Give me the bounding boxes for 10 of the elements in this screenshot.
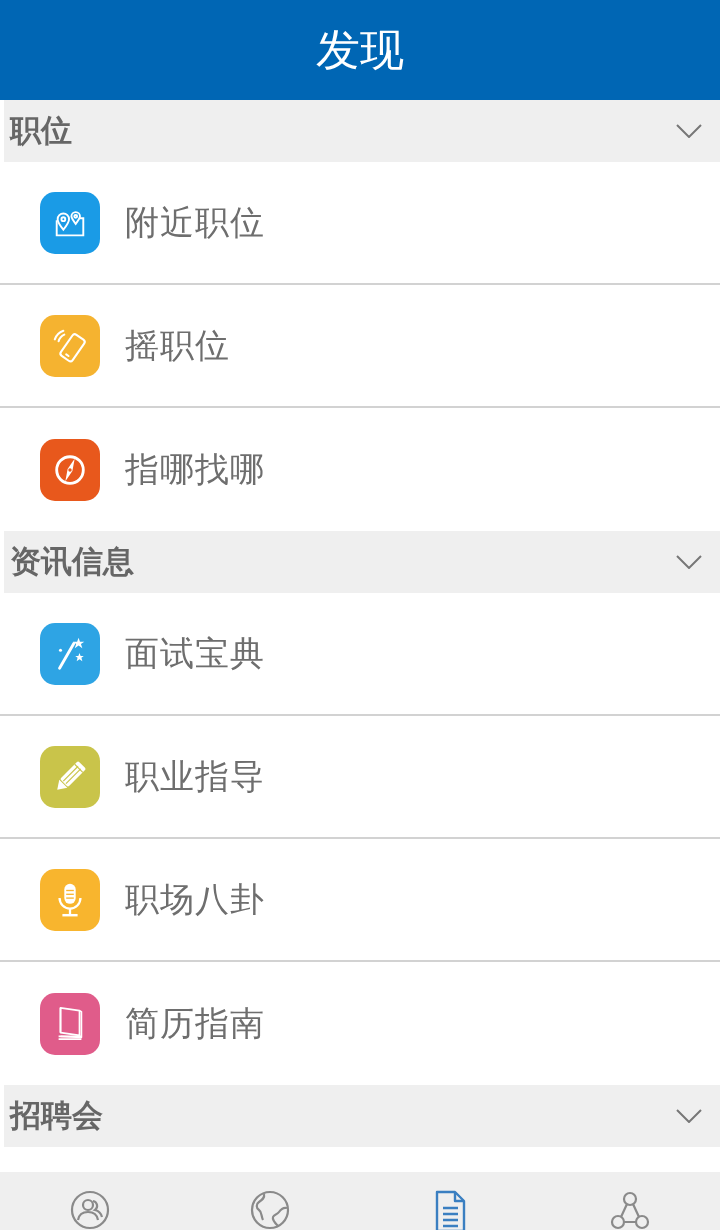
user-icon[interactable] — [70, 1190, 110, 1230]
network-icon[interactable] — [610, 1190, 650, 1230]
chevron-down-icon — [676, 1109, 702, 1123]
section-header[interactable]: 招聘会 — [4, 1085, 720, 1147]
chevron-down-icon — [676, 555, 702, 569]
page-title: 发现 — [316, 25, 404, 75]
section-header[interactable]: 职位 — [4, 100, 720, 162]
chevron-down-icon — [676, 124, 702, 138]
section-header[interactable]: 资讯信息 — [4, 531, 720, 593]
globe-icon[interactable] — [250, 1190, 290, 1230]
